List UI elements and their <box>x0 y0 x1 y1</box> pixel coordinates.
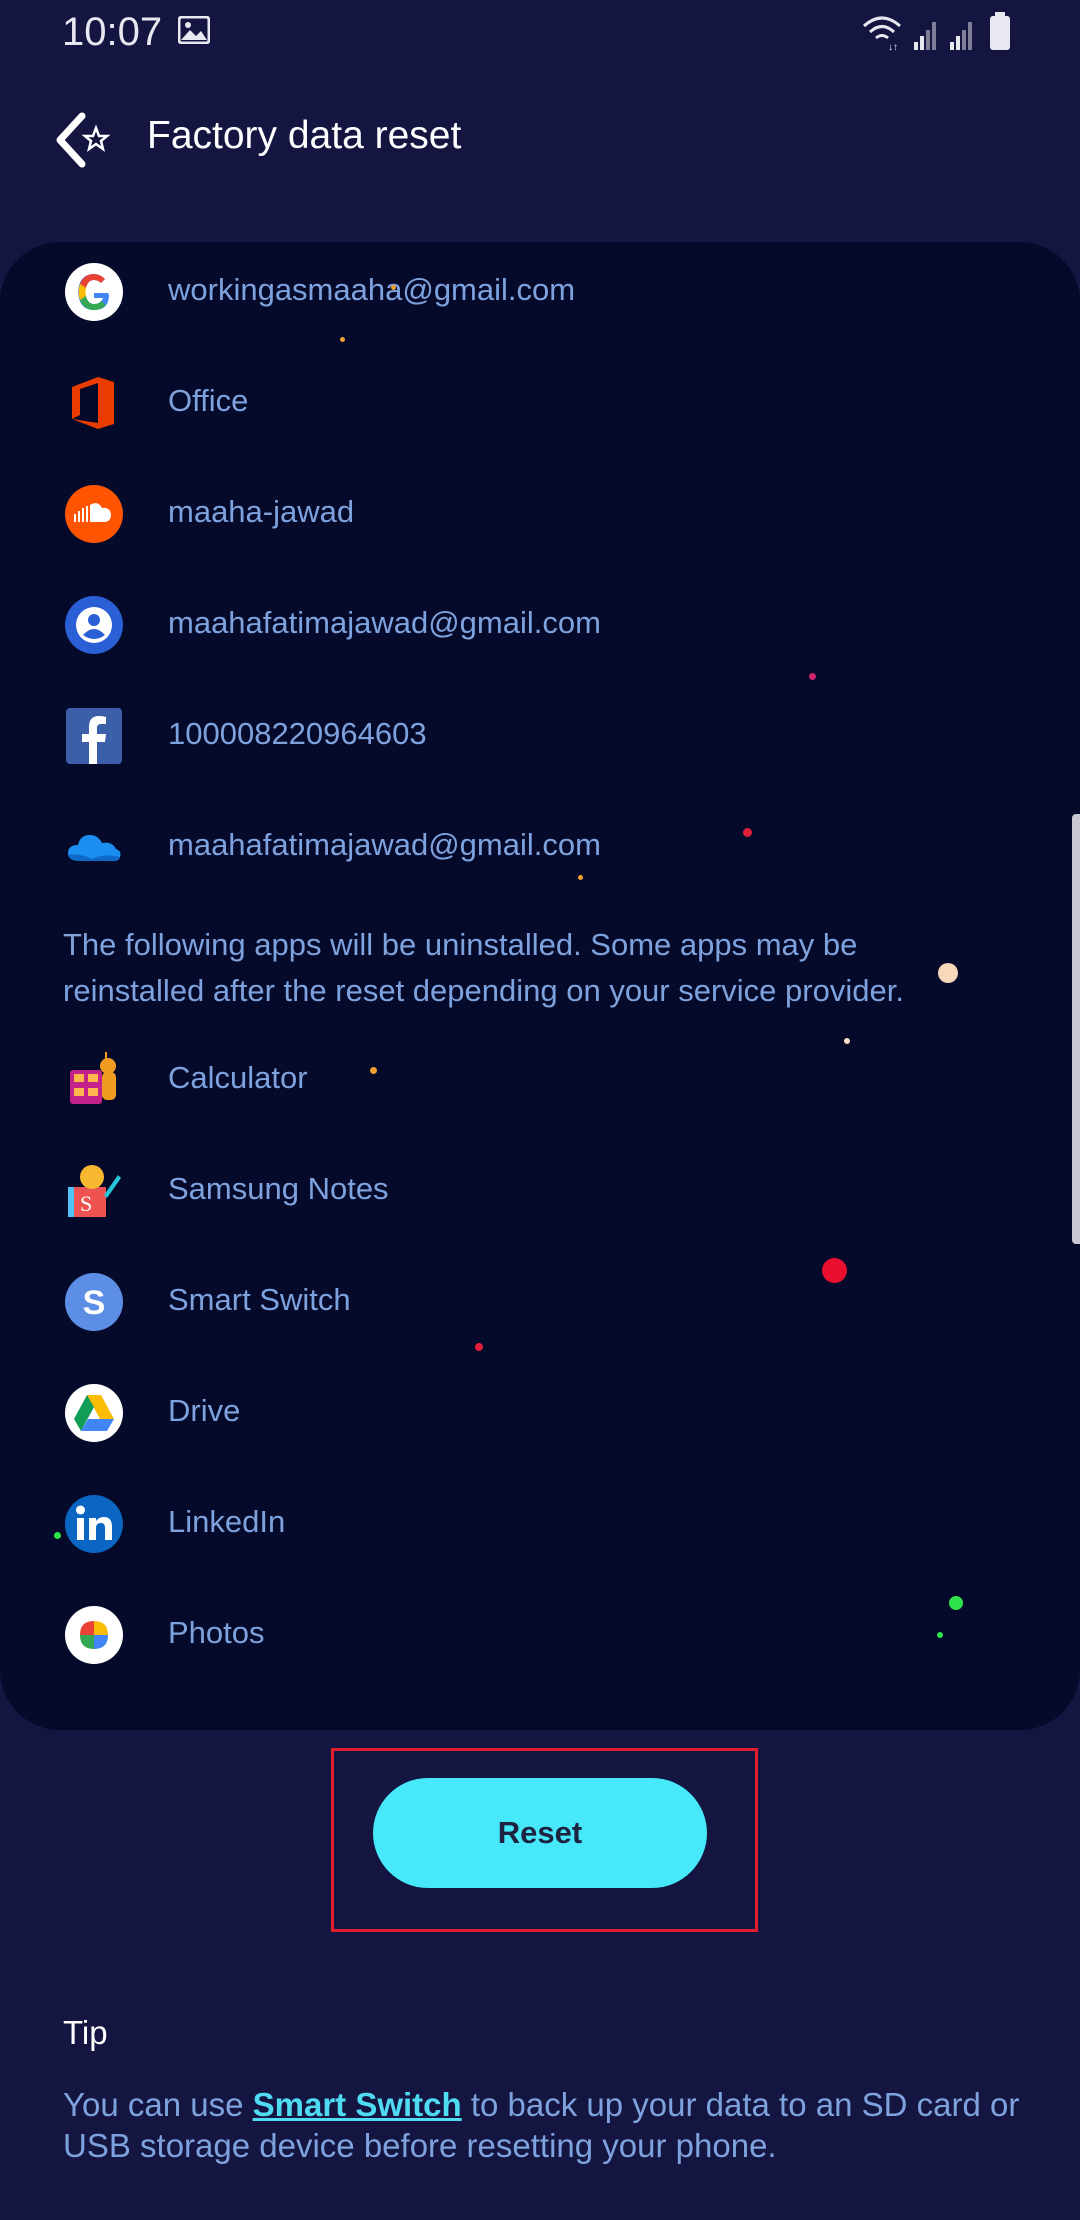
battery-icon <box>990 12 1010 50</box>
account-label: Office <box>168 383 249 418</box>
account-row: maaha-jawad <box>0 464 1080 564</box>
decoration-dot <box>391 285 396 290</box>
account-row: maahafatimajawad@gmail.com <box>0 797 1080 897</box>
account-row: workingasmaaha@gmail.com <box>0 242 1080 342</box>
tip-text: You can use Smart Switch to back up your… <box>63 2084 1023 2166</box>
header: Factory data reset <box>0 100 1080 180</box>
app-row: LinkedIn <box>0 1474 1080 1574</box>
signal-icon-1 <box>914 22 936 50</box>
app-label: Calculator <box>168 1060 308 1095</box>
decoration-dot <box>340 337 345 342</box>
decoration-dot <box>578 875 583 880</box>
account-label: maahafatimajawad@gmail.com <box>168 605 601 640</box>
page-title: Factory data reset <box>147 114 462 157</box>
linkedin-icon <box>65 1495 123 1553</box>
app-row: Calculator <box>0 1030 1080 1130</box>
wifi-icon <box>863 16 901 40</box>
photos-icon <box>65 1606 123 1664</box>
account-label: maahafatimajawad@gmail.com <box>168 827 601 862</box>
account-row: maahafatimajawad@gmail.com <box>0 575 1080 675</box>
smart-switch-link[interactable]: Smart Switch <box>253 2086 462 2123</box>
decoration-dot <box>937 1632 943 1638</box>
signal-icon-2 <box>950 22 972 50</box>
decoration-dot <box>54 1532 61 1539</box>
calculator-icon <box>70 1052 116 1104</box>
onedrive-icon <box>68 835 121 861</box>
svg-text:S: S <box>83 1284 106 1322</box>
decoration-dot <box>844 1038 850 1044</box>
decoration-dot <box>822 1258 847 1283</box>
status-time: 10:07 <box>62 10 163 54</box>
account-row: Office <box>0 353 1080 453</box>
app-row: Photos <box>0 1585 1080 1685</box>
decoration-dot <box>370 1067 377 1074</box>
samsung-account-icon <box>65 596 123 654</box>
reset-button[interactable]: Reset <box>373 1778 707 1888</box>
soundcloud-icon <box>65 485 123 543</box>
decoration-dot <box>938 963 958 983</box>
tip-title: Tip <box>63 2014 108 2051</box>
app-label: Photos <box>168 1615 265 1650</box>
app-label: Drive <box>168 1393 241 1428</box>
app-label: Smart Switch <box>168 1282 351 1317</box>
account-label: workingasmaaha@gmail.com <box>168 272 576 307</box>
samsung-notes-icon: S <box>68 1165 121 1217</box>
app-label: LinkedIn <box>168 1504 286 1539</box>
status-bar: 10:07 ↓↑ <box>0 0 1080 70</box>
back-arrow-icon <box>56 112 86 168</box>
decoration-dot <box>809 673 816 680</box>
gallery-notification-icon <box>178 16 210 44</box>
drive-icon <box>65 1384 123 1442</box>
reset-details-card: workingasmaaha@gmail.com Office maaha-ja… <box>0 242 1080 1730</box>
apps-uninstall-note: The following apps will be uninstalled. … <box>63 927 904 1008</box>
office-icon <box>72 377 114 429</box>
decoration-dot <box>743 828 752 837</box>
app-row: Drive <box>0 1363 1080 1463</box>
decoration-dot <box>949 1596 963 1610</box>
account-label: 100008220964603 <box>168 716 427 751</box>
svg-text:S: S <box>80 1191 92 1216</box>
app-row: S Smart Switch <box>0 1252 1080 1352</box>
tip-text-before: You can use <box>63 2086 253 2123</box>
scrollbar-thumb[interactable] <box>1072 814 1080 1244</box>
account-row: 100008220964603 <box>0 686 1080 786</box>
app-label: Samsung Notes <box>168 1171 389 1206</box>
smart-switch-icon: S <box>65 1273 123 1331</box>
decoration-dot <box>475 1343 483 1351</box>
app-row: S Samsung Notes <box>0 1141 1080 1241</box>
back-button[interactable] <box>52 110 116 170</box>
google-icon <box>65 263 123 321</box>
facebook-icon <box>66 708 122 764</box>
status-icons: ↓↑ <box>863 12 1010 52</box>
svg-text:↓↑: ↓↑ <box>888 42 898 52</box>
account-label: maaha-jawad <box>168 494 355 529</box>
